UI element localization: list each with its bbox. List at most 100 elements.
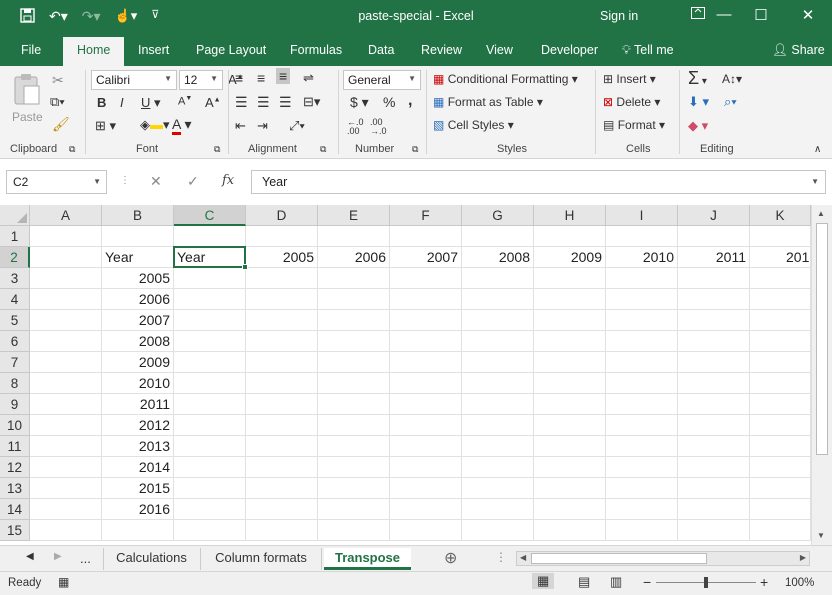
cell-e7[interactable] <box>318 352 390 373</box>
cell-i14[interactable] <box>606 499 678 520</box>
row-header[interactable]: 4 <box>0 289 30 310</box>
zoom-slider[interactable] <box>656 577 756 588</box>
cell-k6[interactable] <box>750 331 811 352</box>
cell-h7[interactable] <box>534 352 606 373</box>
find-select-icon[interactable]: ⌕▾ <box>724 94 737 110</box>
comma-button[interactable]: , <box>408 92 412 110</box>
sort-filter-icon[interactable]: A↕▾ <box>722 72 742 86</box>
cell-b3[interactable]: 2005 <box>102 268 174 289</box>
row-header[interactable]: 15 <box>0 520 30 541</box>
cell-b9[interactable]: 2011 <box>102 394 174 415</box>
bold-button[interactable]: B <box>97 95 106 110</box>
cell-f11[interactable] <box>390 436 462 457</box>
cell-h4[interactable] <box>534 289 606 310</box>
cell-a5[interactable] <box>30 310 102 331</box>
cell-h15[interactable] <box>534 520 606 541</box>
cell-e9[interactable] <box>318 394 390 415</box>
cell-k9[interactable] <box>750 394 811 415</box>
cell-f15[interactable] <box>390 520 462 541</box>
sign-in-link[interactable]: Sign in <box>600 9 638 23</box>
minimize-icon[interactable]: — <box>714 6 734 23</box>
horizontal-scroll-thumb[interactable] <box>531 553 707 564</box>
number-launcher-icon[interactable]: ⧉ <box>412 144 418 155</box>
cell-k2[interactable]: 201 <box>750 247 811 268</box>
middle-align-icon[interactable]: ≡ <box>257 70 265 86</box>
cell-j6[interactable] <box>678 331 750 352</box>
cancel-icon[interactable]: ✕ <box>150 173 162 190</box>
cell-d2[interactable]: 2005 <box>246 247 318 268</box>
cell-c5[interactable] <box>174 310 246 331</box>
fill-color-icon[interactable]: ◈▬▾ <box>140 117 170 133</box>
cell-a4[interactable] <box>30 289 102 310</box>
cell-g13[interactable] <box>462 478 534 499</box>
collapse-ribbon-icon[interactable]: ∧ <box>814 144 821 155</box>
cell-f8[interactable] <box>390 373 462 394</box>
cell-j3[interactable] <box>678 268 750 289</box>
cell-f13[interactable] <box>390 478 462 499</box>
copy-icon[interactable]: ⧉▾ <box>50 94 65 110</box>
cell-c7[interactable] <box>174 352 246 373</box>
sheet-tab-calculations[interactable]: Calculations <box>103 548 199 570</box>
borders-icon[interactable]: ⊞ ▾ <box>95 118 116 134</box>
number-format-select[interactable]: General ▼ <box>343 70 421 90</box>
column-header[interactable]: G <box>462 205 534 226</box>
row-header[interactable]: 13 <box>0 478 30 499</box>
row-header[interactable]: 5 <box>0 310 30 331</box>
cell-h1[interactable] <box>534 226 606 247</box>
close-icon[interactable]: ✕ <box>798 6 818 24</box>
tell-me-search[interactable]: 💡︎ Tell me <box>622 43 674 58</box>
tab-formulas[interactable]: Formulas <box>290 43 342 57</box>
cell-j2[interactable]: 2011 <box>678 247 750 268</box>
expand-formula-bar-icon[interactable]: ▼ <box>811 177 819 186</box>
zoom-in-icon[interactable]: + <box>760 574 768 590</box>
cell-i13[interactable] <box>606 478 678 499</box>
cell-i8[interactable] <box>606 373 678 394</box>
cell-b15[interactable] <box>102 520 174 541</box>
prev-sheet-icon[interactable]: ◀ <box>26 551 34 562</box>
cell-k12[interactable] <box>750 457 811 478</box>
cell-a3[interactable] <box>30 268 102 289</box>
cell-f12[interactable] <box>390 457 462 478</box>
cell-k11[interactable] <box>750 436 811 457</box>
cell-k15[interactable] <box>750 520 811 541</box>
cell-j10[interactable] <box>678 415 750 436</box>
cell-c6[interactable] <box>174 331 246 352</box>
font-color-button[interactable]: A ▾ <box>172 116 192 135</box>
top-align-icon[interactable]: ≡ <box>235 70 243 86</box>
cell-k13[interactable] <box>750 478 811 499</box>
cell-c15[interactable] <box>174 520 246 541</box>
cell-j8[interactable] <box>678 373 750 394</box>
cell-k14[interactable] <box>750 499 811 520</box>
cell-e8[interactable] <box>318 373 390 394</box>
cell-h10[interactable] <box>534 415 606 436</box>
cell-a14[interactable] <box>30 499 102 520</box>
add-sheet-icon[interactable]: ⊕ <box>444 548 457 568</box>
cell-c13[interactable] <box>174 478 246 499</box>
cell-k5[interactable] <box>750 310 811 331</box>
share-button[interactable]: 👤︎ Share <box>772 43 825 58</box>
cell-d4[interactable] <box>246 289 318 310</box>
column-header[interactable]: D <box>246 205 318 226</box>
zoom-level[interactable]: 100% <box>785 577 814 589</box>
cell-d7[interactable] <box>246 352 318 373</box>
font-launcher-icon[interactable]: ⧉ <box>214 144 220 155</box>
increase-indent-icon[interactable]: ⇥ <box>257 118 268 134</box>
row-header[interactable]: 10 <box>0 415 30 436</box>
column-header[interactable]: J <box>678 205 750 226</box>
italic-button[interactable]: I <box>120 95 124 110</box>
cell-i4[interactable] <box>606 289 678 310</box>
cell-g4[interactable] <box>462 289 534 310</box>
row-header[interactable]: 6 <box>0 331 30 352</box>
cell-e1[interactable] <box>318 226 390 247</box>
cell-d11[interactable] <box>246 436 318 457</box>
format-cells-button[interactable]: ▤ Format ▾ <box>603 118 665 132</box>
cell-j14[interactable] <box>678 499 750 520</box>
cell-i2[interactable]: 2010 <box>606 247 678 268</box>
cell-k8[interactable] <box>750 373 811 394</box>
tab-file[interactable]: File <box>21 43 41 57</box>
increase-decimal-icon[interactable]: ←.0.00 <box>347 118 364 136</box>
cell-d10[interactable] <box>246 415 318 436</box>
zoom-slider-thumb[interactable] <box>704 577 708 588</box>
cell-a2[interactable] <box>30 247 102 268</box>
cell-b7[interactable]: 2009 <box>102 352 174 373</box>
